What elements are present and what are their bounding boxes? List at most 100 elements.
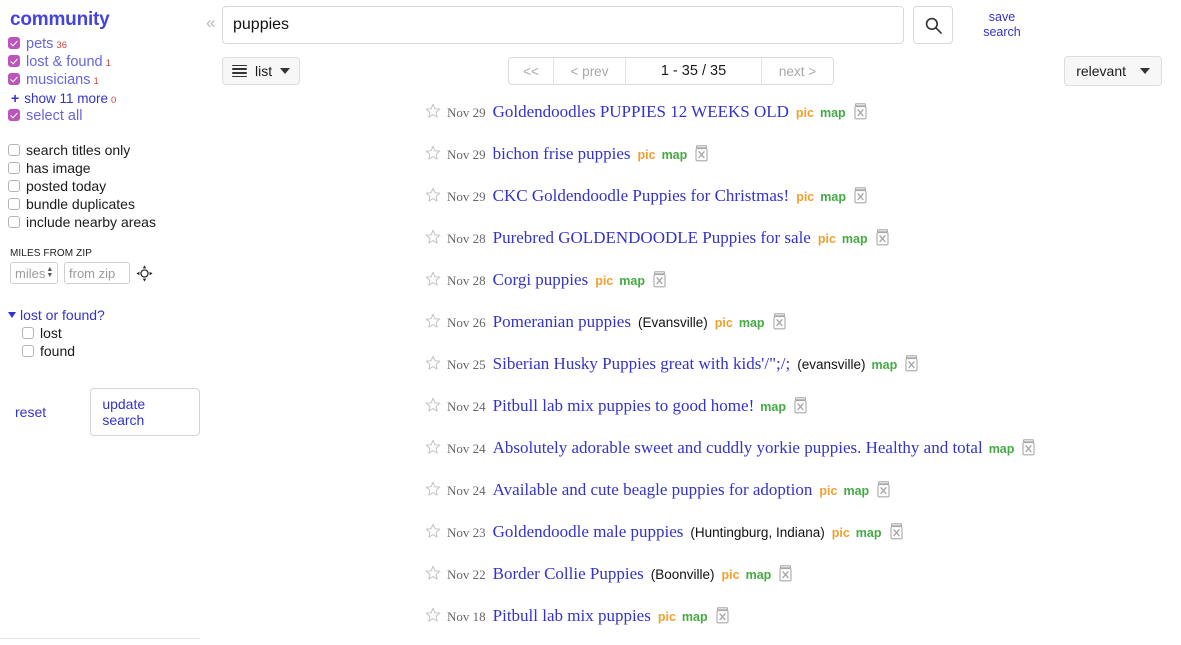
option-checkbox[interactable]: [8, 216, 20, 228]
collapse-sidebar-icon[interactable]: «: [206, 14, 215, 31]
result-pic-tag[interactable]: pic: [722, 568, 740, 582]
select-all-row[interactable]: select all: [8, 107, 200, 125]
view-mode-select[interactable]: list: [222, 57, 301, 85]
option-row[interactable]: include nearby areas: [8, 213, 200, 231]
result-row[interactable]: Nov 26 Pomeranian puppies (Evansville) pic m…: [200, 310, 1181, 352]
result-map-tag[interactable]: map: [682, 610, 708, 624]
favorite-star-icon[interactable]: [425, 607, 441, 628]
option-row[interactable]: posted today: [8, 177, 200, 195]
result-row[interactable]: Nov 28 Corgi puppies pic map: [200, 268, 1181, 310]
hide-listing-button[interactable]: [694, 145, 709, 162]
result-title-link[interactable]: Pitbull lab mix puppies to good home!: [493, 396, 755, 416]
result-pic-tag[interactable]: pic: [715, 316, 733, 330]
result-pic-tag[interactable]: pic: [832, 526, 850, 540]
update-search-button[interactable]: update search: [90, 388, 200, 436]
result-title-link[interactable]: Border Collie Puppies: [493, 564, 644, 584]
option-checkbox[interactable]: [8, 162, 20, 174]
result-title-link[interactable]: Goldendoodle male puppies: [493, 522, 684, 542]
lost-found-checkbox[interactable]: [22, 345, 34, 357]
result-title-link[interactable]: Absolutely adorable sweet and cuddly yor…: [493, 438, 983, 458]
select-all-checkbox[interactable]: [8, 109, 20, 121]
show-more-categories[interactable]: + show 11 more 0: [8, 89, 200, 107]
miles-stepper[interactable]: ▲ ▼: [46, 266, 53, 279]
favorite-star-icon[interactable]: [425, 271, 441, 292]
result-row[interactable]: Nov 29 Goldendoodles PUPPIES 12 WEEKS OLD…: [200, 100, 1181, 142]
result-row[interactable]: Nov 18 Pitbull lab mix puppies pic map: [200, 604, 1181, 645]
result-title-link[interactable]: bichon frise puppies: [493, 144, 631, 164]
favorite-star-icon[interactable]: [425, 481, 441, 502]
category-row[interactable]: pets 36: [8, 35, 200, 53]
favorite-star-icon[interactable]: [425, 439, 441, 460]
category-row[interactable]: lost & found 1: [8, 53, 200, 71]
option-checkbox[interactable]: [8, 180, 20, 192]
category-row[interactable]: musicians 1: [8, 71, 200, 89]
zip-input[interactable]: from zip: [64, 262, 130, 284]
category-checkbox[interactable]: [8, 55, 20, 67]
hide-listing-button[interactable]: [876, 481, 891, 498]
favorite-star-icon[interactable]: [425, 523, 441, 544]
sort-select[interactable]: relevant: [1064, 56, 1162, 86]
reset-button[interactable]: reset: [15, 404, 90, 420]
result-map-tag[interactable]: map: [843, 484, 869, 498]
result-map-tag[interactable]: map: [820, 106, 846, 120]
hide-listing-button[interactable]: [875, 229, 890, 246]
crosshair-icon[interactable]: [136, 264, 153, 282]
result-row[interactable]: Nov 24 Available and cute beagle puppies …: [200, 478, 1181, 520]
pagination-next-button[interactable]: next >: [762, 58, 833, 84]
favorite-star-icon[interactable]: [425, 355, 441, 376]
result-pic-tag[interactable]: pic: [796, 106, 814, 120]
result-row[interactable]: Nov 28 Purebred GOLDENDOODLE Puppies for …: [200, 226, 1181, 268]
hide-listing-button[interactable]: [778, 565, 793, 582]
result-title-link[interactable]: CKC Goldendoodle Puppies for Christmas!: [493, 186, 790, 206]
result-row[interactable]: Nov 29 bichon frise puppies pic map: [200, 142, 1181, 184]
result-pic-tag[interactable]: pic: [818, 232, 836, 246]
result-row[interactable]: Nov 24 Absolutely adorable sweet and cudd…: [200, 436, 1181, 478]
lost-or-found-toggle[interactable]: lost or found?: [8, 306, 200, 324]
result-pic-tag[interactable]: pic: [819, 484, 837, 498]
favorite-star-icon[interactable]: [425, 103, 441, 124]
result-map-tag[interactable]: map: [872, 358, 898, 372]
result-map-tag[interactable]: map: [989, 442, 1015, 456]
result-map-tag[interactable]: map: [746, 568, 772, 582]
hide-listing-button[interactable]: [853, 187, 868, 204]
result-row[interactable]: Nov 29 CKC Goldendoodle Puppies for Chris…: [200, 184, 1181, 226]
result-row[interactable]: Nov 25 Siberian Husky Puppies great with …: [200, 352, 1181, 394]
result-map-tag[interactable]: map: [842, 232, 868, 246]
search-input[interactable]: puppies: [222, 6, 904, 44]
category-checkbox[interactable]: [8, 73, 20, 85]
pagination-prev-button[interactable]: < prev: [554, 58, 626, 84]
save-search-link[interactable]: save search: [974, 6, 1030, 40]
result-title-link[interactable]: Siberian Husky Puppies great with kids'/…: [493, 354, 791, 374]
result-pic-tag[interactable]: pic: [638, 148, 656, 162]
result-title-link[interactable]: Purebred GOLDENDOODLE Puppies for sale: [493, 228, 811, 248]
option-row[interactable]: search titles only: [8, 141, 200, 159]
favorite-star-icon[interactable]: [425, 397, 441, 418]
result-row[interactable]: Nov 24 Pitbull lab mix puppies to good ho…: [200, 394, 1181, 436]
favorite-star-icon[interactable]: [425, 313, 441, 334]
hide-listing-button[interactable]: [853, 103, 868, 120]
option-row[interactable]: bundle duplicates: [8, 195, 200, 213]
option-row[interactable]: has image: [8, 159, 200, 177]
result-pic-tag[interactable]: pic: [595, 274, 613, 288]
favorite-star-icon[interactable]: [425, 229, 441, 250]
favorite-star-icon[interactable]: [425, 187, 441, 208]
hide-listing-button[interactable]: [715, 607, 730, 624]
result-title-link[interactable]: Pitbull lab mix puppies: [493, 606, 651, 626]
hide-listing-button[interactable]: [772, 313, 787, 330]
hide-listing-button[interactable]: [889, 523, 904, 540]
hide-listing-button[interactable]: [1021, 439, 1036, 456]
result-pic-tag[interactable]: pic: [796, 190, 814, 204]
hide-listing-button[interactable]: [652, 271, 667, 288]
result-row[interactable]: Nov 22 Border Collie Puppies (Boonville) pi…: [200, 562, 1181, 604]
result-title-link[interactable]: Goldendoodles PUPPIES 12 WEEKS OLD: [493, 102, 789, 122]
pagination-first-button[interactable]: <<: [509, 58, 554, 84]
result-map-tag[interactable]: map: [856, 526, 882, 540]
option-checkbox[interactable]: [8, 198, 20, 210]
option-checkbox[interactable]: [8, 144, 20, 156]
favorite-star-icon[interactable]: [425, 565, 441, 586]
result-title-link[interactable]: Pomeranian puppies: [493, 312, 631, 332]
result-map-tag[interactable]: map: [820, 190, 846, 204]
result-map-tag[interactable]: map: [760, 400, 786, 414]
result-row[interactable]: Nov 23 Goldendoodle male puppies (Huntingb…: [200, 520, 1181, 562]
result-title-link[interactable]: Corgi puppies: [493, 270, 589, 290]
